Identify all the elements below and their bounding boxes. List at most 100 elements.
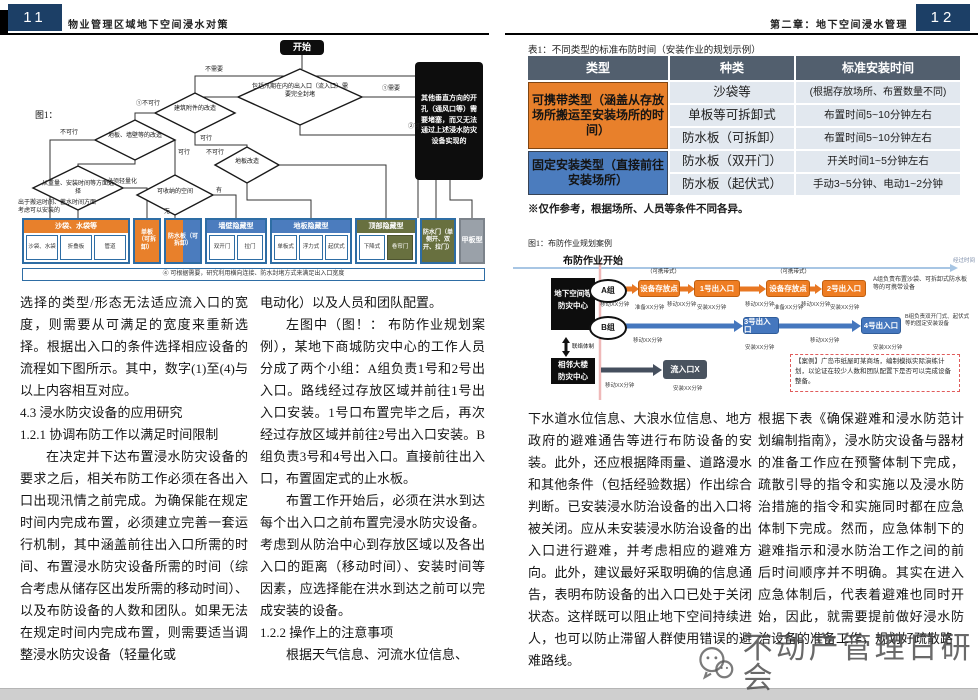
table-header-kind: 种类: [670, 56, 794, 80]
standard-time-table: 类型 种类 标准安装时间 可携带类型（涵盖从存放场所搬运至安装场所的时间） 沙袋…: [528, 56, 960, 195]
watermark-text: 不动产管理日研会: [743, 634, 976, 694]
decision-entrance-sealing: 包括汛期在内的出入口（流入口）需要完全封堵: [252, 84, 348, 99]
right-page-title: 第二章：地下空间浸水管理: [770, 20, 908, 32]
table-cell-time: 手动3~5分钟、电动1~2分钟: [796, 174, 960, 195]
a-step-exit-1: 1号出入口: [694, 280, 740, 297]
portable-label-2: （可携带式）: [777, 269, 810, 275]
equipment-group-sandbags-title: 沙袋、水袋等: [24, 220, 128, 233]
section-heading: 1.2.1 协调布防工作以满足时间限制: [20, 424, 248, 446]
table-group-fixed: 固定安装类型（直接前往安装场所）: [528, 151, 668, 195]
table-cell-kind: 防水板（可拆卸）: [670, 128, 794, 149]
decision-storage-space: 可收纳的空间: [142, 189, 208, 197]
time-label: 移动XX分钟: [810, 338, 839, 344]
paragraph: 在决定并下达布置浸水防灾设备的要求之后，相关布防工作必须在各出入口出现汛情之前完…: [20, 446, 248, 666]
right-column-2: 根据下表《确保避难和浸水防范计划编制指南》，浸水防灾设备与器材的准备工作应在预警…: [758, 408, 964, 650]
equipment-item: 拉门: [237, 235, 263, 260]
left-column-2: 电动化）以及人员和团队配置。 左图中（图！： 布防作业规划案例），某地下商城防灾…: [260, 292, 485, 666]
branch-label-feasible2: ②可行: [408, 124, 426, 131]
time-label: 移动XX分钟: [633, 338, 662, 344]
branch-label-feasible-b: 可行: [178, 150, 190, 157]
paragraph: 布置工作开始后，必须在洪水到达每个出入口之前布置完浸水防灾设备。考虑到从防治中心…: [260, 490, 485, 622]
equipment-item: 卷帘门: [387, 235, 413, 260]
portable-label-1: （可携带式）: [647, 269, 680, 275]
branch-label-infeasible-a: 不可行: [60, 130, 78, 137]
table-caption: 表1：不同类型的标准布防时间（安装作业的规划示例）: [528, 42, 761, 56]
equipment-group-wall-hidden-title: 墙壁隐藏型: [207, 220, 265, 233]
branch-label-infeasible-b: 不可行: [206, 150, 224, 157]
branch-label-lightweight: 必须轻量化: [107, 179, 137, 186]
left-header-rule: [0, 33, 489, 35]
time-label: 移动XX分钟: [600, 302, 629, 308]
time-label: 安装XX分钟: [745, 345, 774, 351]
table-cell-kind: 防水板（双开门）: [670, 151, 794, 172]
equipment-item: 起伏式: [325, 235, 348, 260]
time-label: 安装XX分钟: [673, 386, 702, 392]
equipment-item: 双开门: [209, 235, 235, 260]
diagram-title: 布防作业开始: [563, 252, 623, 267]
paragraph: 电动化）以及人员和团队配置。: [260, 292, 485, 314]
flow-side-note-box: 其他垂直方向的开孔（通风口等）需要堵塞，而又无法通过上述浸水防灾设备实现的: [415, 62, 483, 180]
decision-weight-time: 从重量、安装时间等方面选择: [40, 181, 116, 196]
a-step-exit-2: 2号出入口: [822, 280, 866, 297]
table-cell-time: 开关时间1~5分钟左右: [796, 151, 960, 172]
equipment-group-sandbags: 沙袋、水袋等 沙袋、水袋 折叠板 管道: [22, 218, 130, 264]
equipment-box-waterboard: 防水板（可拆卸）: [164, 218, 202, 264]
decision-floor-wall: 地板、墙壁等的改造: [100, 133, 170, 141]
page-number-right: 12: [916, 4, 970, 31]
equipment-item: 沙袋、水袋: [26, 235, 58, 260]
table-cell-kind: 单板等可拆卸式: [670, 105, 794, 126]
group-b-note: B组负责双开门式、起伏式等的固定安装设备: [905, 314, 973, 329]
scan-edge-mark: [0, 10, 8, 34]
time-label: 准备XX分钟: [635, 305, 664, 311]
branch-label-feasible-a: 可行: [200, 136, 212, 143]
table-note: ※仅作参考，根据场所、人员等条件不同各异。: [528, 201, 749, 216]
a-step-storage-1: 设备存放点: [638, 280, 680, 297]
time-label: 准备XX分钟: [774, 305, 803, 311]
equipment-group-floor-hidden: 地板隐藏型 单板式 浮力式 起伏式: [270, 218, 352, 264]
paragraph: 左图中（图！： 布防作业规划案例），某地下商城防灾中心的工作人员分成了两个小组：…: [260, 314, 485, 490]
b-step-exit-4: 4号出入口: [861, 317, 901, 334]
time-label: 移动XX分钟: [667, 302, 696, 308]
center-box-adjacent: 相邻大楼 防灾中心: [551, 358, 595, 384]
flowchart-figure: 图1： 开始 包括汛期在内的出入口（流入口）需要完全封堵 建筑附件的改造 地板、…: [10, 40, 488, 292]
branch-label-need: ①需要: [382, 86, 400, 93]
table-cell-kind: 防水板（起伏式）: [670, 174, 794, 195]
b-step-exit-3: 3号出入口: [743, 317, 779, 334]
decision-building-attachment: 建筑附件的改造: [162, 106, 228, 114]
group-a-node: A组: [589, 279, 627, 303]
table-group-portable: 可携带类型（涵盖从存放场所搬运至安装场所的时间）: [528, 82, 668, 149]
flow-portable-note: 出于搬运时间、蓄水时间方面考虑可以安装的: [18, 200, 98, 216]
equipment-item: 单板式: [274, 235, 297, 260]
a-step-storage-2: 设备存放点: [766, 280, 810, 297]
equipment-box-deck: 甲板型: [459, 218, 485, 264]
equipment-group-top-hidden: 顶部隐藏型 下降式 卷帘门: [355, 218, 417, 264]
case-note-box: 【案例】广岛市纸屋町某商场，编制模拟实际演练计划，以论证在较少人数和团队配置下是…: [790, 354, 960, 392]
time-label: 安装XX分钟: [873, 345, 902, 351]
watermark: 不动产管理日研会: [696, 638, 976, 690]
equipment-item: 管道: [94, 235, 126, 260]
equipment-item: 折叠板: [60, 235, 92, 260]
document-spread: 11 物业管理区域地下空间浸水对策 12 第二章：地下空间浸水管理: [0, 0, 978, 700]
branch-label-no-need: 不需要: [205, 67, 223, 74]
equipment-item: 浮力式: [299, 235, 322, 260]
time-label: 移动XX分钟: [801, 302, 830, 308]
elapsed-time-label: 经过时间: [953, 258, 975, 264]
time-label: 移动XX分钟: [605, 383, 634, 389]
equipment-box-waterdoor: 防水门（单侧开、双开、拉门）: [420, 218, 456, 264]
right-column-1: 下水道水位信息、大浪水位信息、地方政府的避难通告等进行布防设备的安装。此外，还应…: [528, 408, 752, 672]
table-cell-time: 布置时间5~10分钟左右: [796, 105, 960, 126]
inflow-box: 流入口X: [663, 360, 707, 379]
flow-start-node: 开始: [280, 40, 324, 55]
flow-bottom-bar: ④ 可根据需要，研究利用横向连接、防水封堵方式来满足出入口宽度: [22, 268, 485, 281]
decision-floor-renovation: 地板改造: [220, 159, 274, 167]
table-cell-time: (根据存放场所、布置数量不同): [796, 82, 960, 103]
left-column-1: 选择的类型/形态无法适应流入口的宽度，则需要从可满足的宽度来重新选择。根据出入口…: [20, 292, 248, 666]
center-box-line1: 相邻大楼: [551, 359, 595, 371]
center-box-line2: 防灾中心: [551, 371, 595, 383]
figure1-label: 图1：: [35, 108, 58, 121]
left-page-title: 物业管理区域地下空间浸水对策: [68, 20, 229, 32]
branch-label-none: 无: [164, 209, 170, 216]
equipment-box-panel: 单板（可拆卸）: [133, 218, 161, 264]
table-cell-time: 布置时间5~10分钟左右: [796, 128, 960, 149]
diagram-caption: 图1：布防作业规划案例: [528, 238, 612, 249]
